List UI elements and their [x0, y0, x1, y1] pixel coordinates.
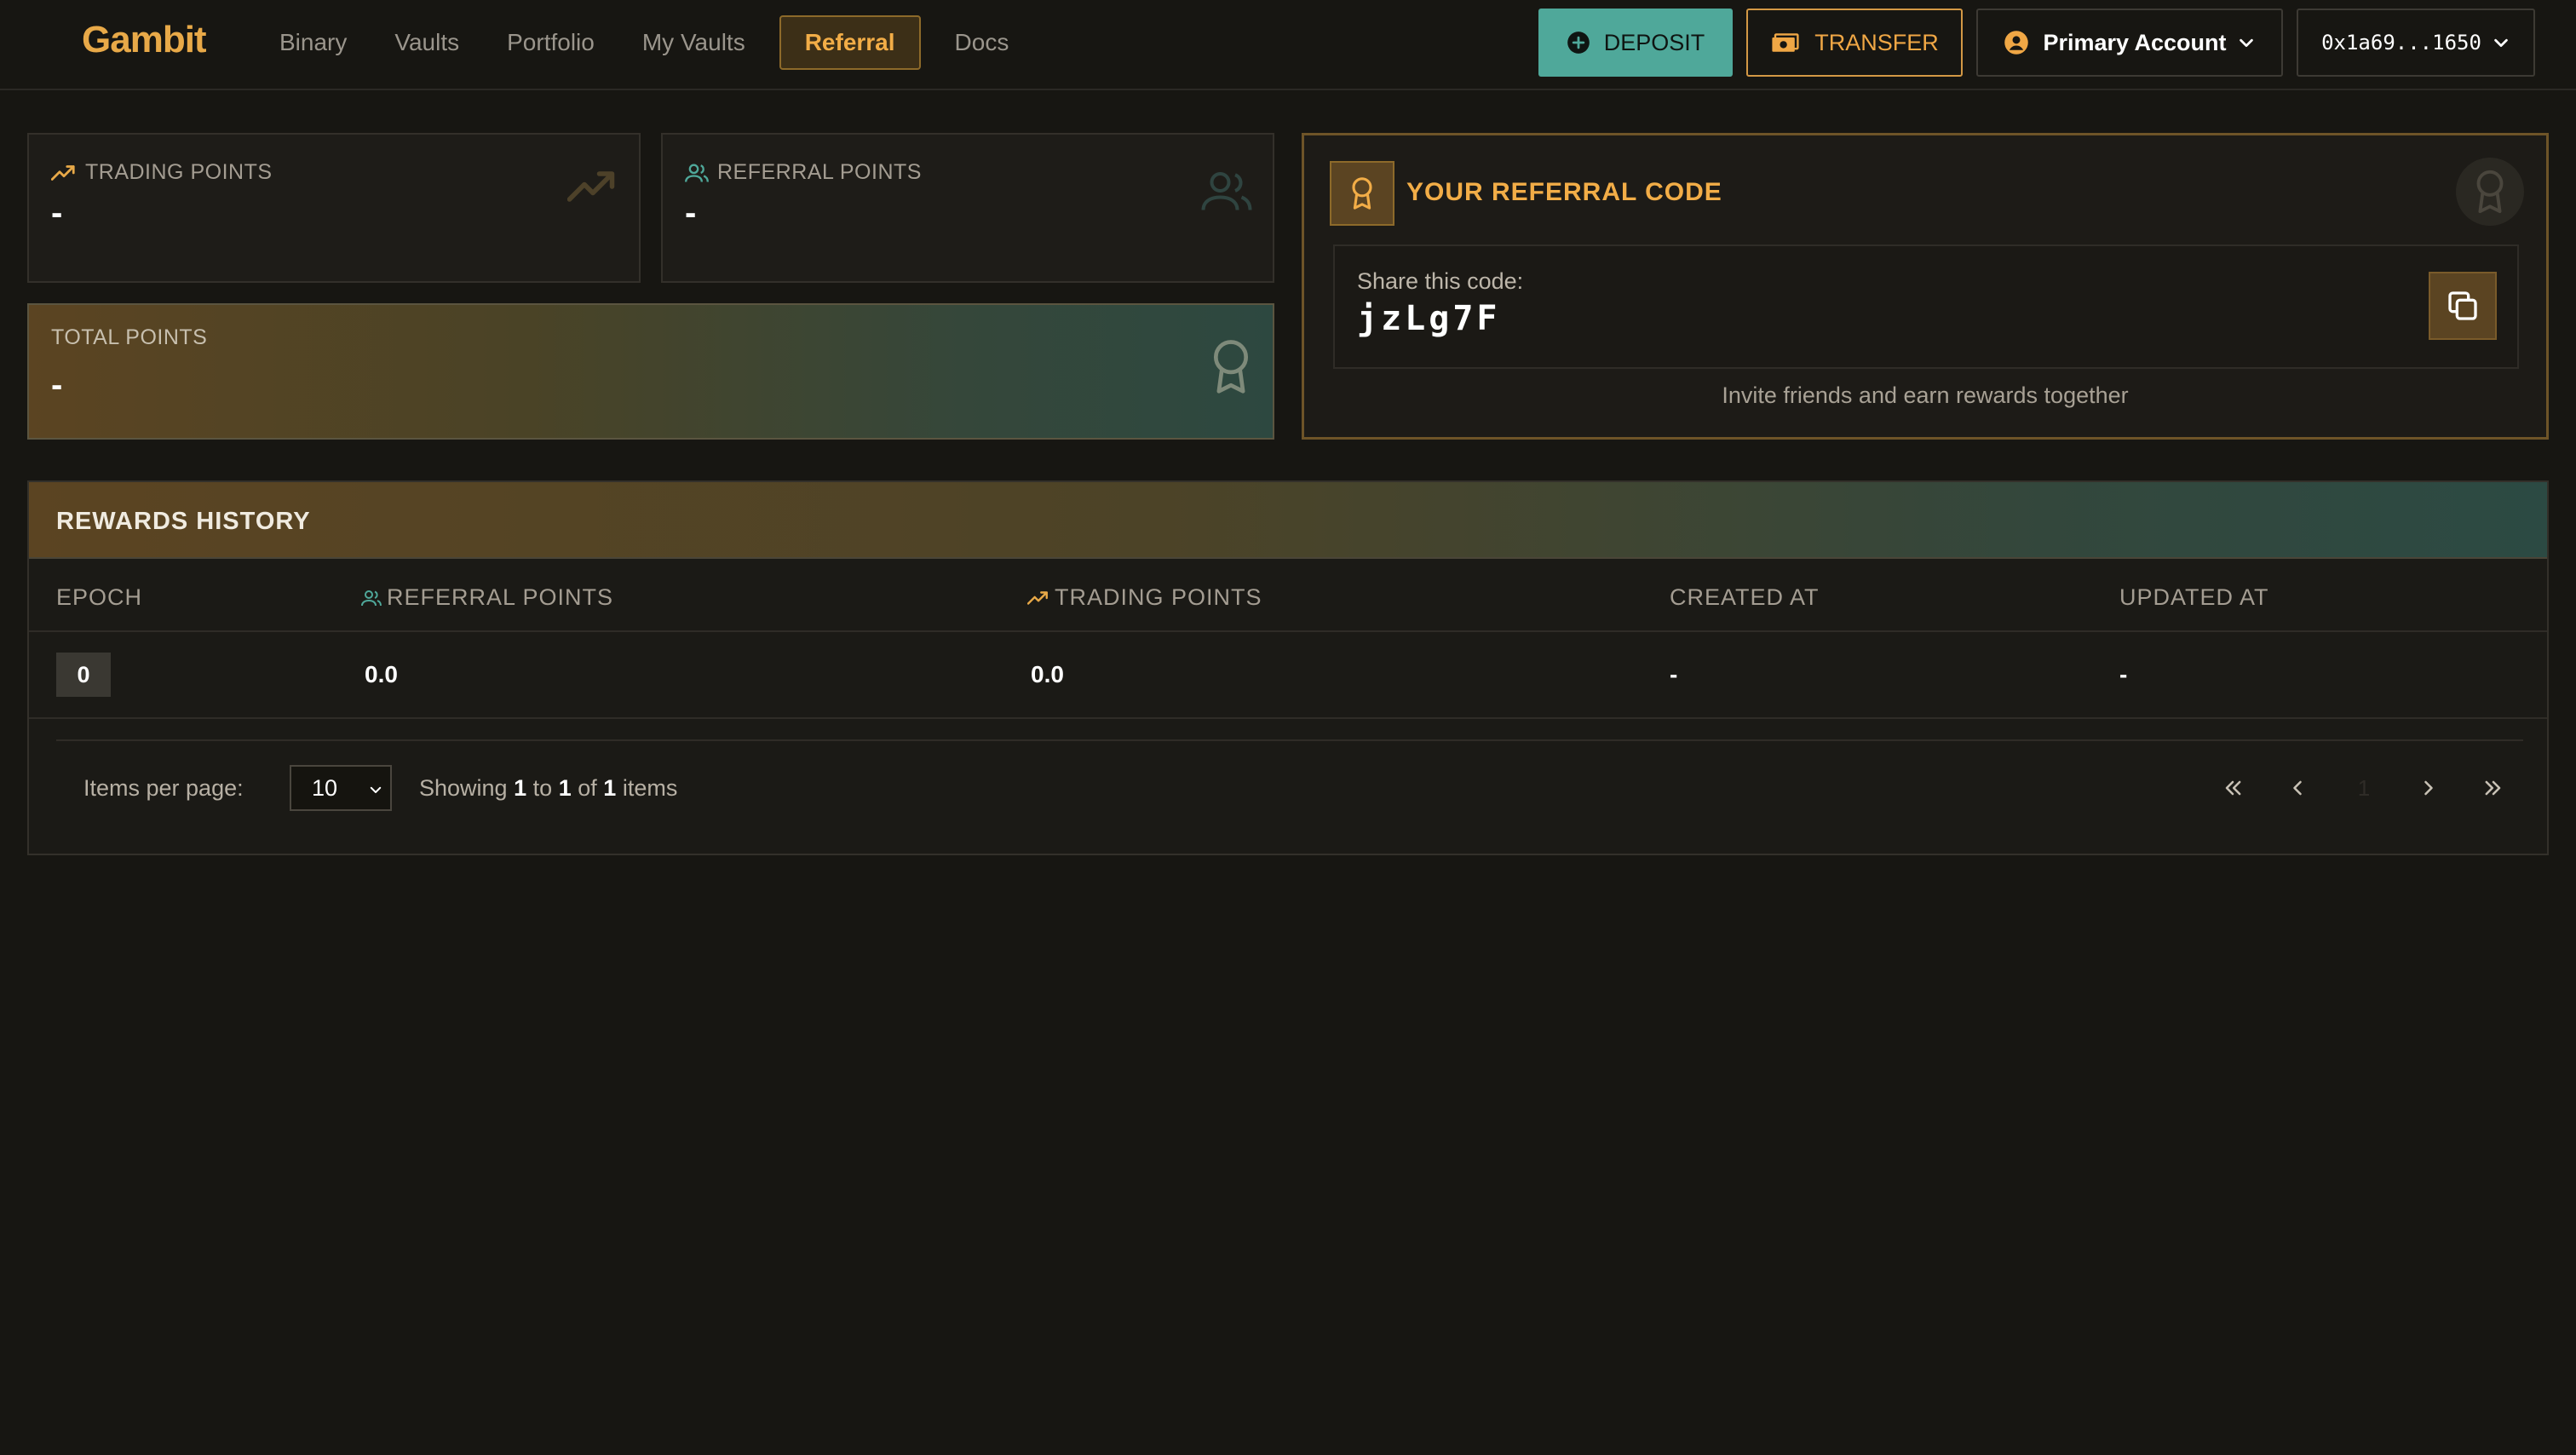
- prev-page-button[interactable]: [2276, 767, 2319, 809]
- main-nav: Binary Vaults Portfolio My Vaults Referr…: [256, 15, 1032, 70]
- account-selector[interactable]: Primary Account: [1976, 9, 2283, 77]
- deposit-label: DEPOSIT: [1603, 29, 1705, 55]
- trading-points-card: TRADING POINTS -: [27, 133, 641, 283]
- column-referral-points[interactable]: REFERRAL POINTS: [361, 584, 613, 611]
- account-label: Primary Account: [2043, 29, 2227, 55]
- column-trading-points[interactable]: TRADING POINTS: [1027, 584, 1262, 611]
- next-page-button[interactable]: [2407, 767, 2450, 809]
- row-referral-points: 0.0: [365, 661, 398, 687]
- showing-summary: Showing 1 to 1 of 1 items: [419, 775, 678, 801]
- epoch-badge: 0: [56, 653, 111, 697]
- transfer-button[interactable]: TRANSFER: [1746, 9, 1963, 77]
- last-page-button[interactable]: [2472, 767, 2515, 809]
- chevron-right-icon: [2424, 780, 2433, 796]
- users-icon: [685, 164, 709, 182]
- total-points-value: -: [51, 366, 63, 404]
- first-page-button[interactable]: [2211, 767, 2254, 809]
- nav-vaults[interactable]: Vaults: [371, 15, 483, 70]
- row-trading-points: 0.0: [1031, 661, 1064, 687]
- chevrons-left-icon: [2225, 780, 2241, 796]
- referral-code-value[interactable]: jzLg7F: [1357, 299, 1501, 338]
- wallet-selector[interactable]: 0x1a69...1650: [2297, 9, 2535, 77]
- nav-docs[interactable]: Docs: [931, 15, 1033, 70]
- column-created-at[interactable]: CREATED AT: [1670, 584, 1820, 611]
- referral-badge: [1330, 161, 1394, 226]
- rewards-title: REWARDS HISTORY: [56, 508, 311, 535]
- chevron-down-icon: [370, 786, 382, 793]
- trending-up-icon: [51, 164, 75, 181]
- award-ribbon-icon: [1213, 340, 1249, 394]
- copy-icon: [2448, 291, 2477, 320]
- nav-portfolio[interactable]: Portfolio: [483, 15, 618, 70]
- nav-my-vaults[interactable]: My Vaults: [618, 15, 769, 70]
- money-transfer-icon: [1772, 33, 1799, 52]
- rewards-history-table: REWARDS HISTORY EPOCH REFERRAL POINTS TR…: [27, 480, 2549, 855]
- column-updated-at[interactable]: UPDATED AT: [2119, 584, 2269, 611]
- share-code-label: Share this code:: [1357, 268, 1524, 294]
- transfer-label: TRANSFER: [1814, 29, 1939, 55]
- row-created-at: -: [1670, 661, 1678, 687]
- brand-logo[interactable]: Gambit: [82, 19, 207, 61]
- chevron-left-icon: [2293, 780, 2302, 796]
- deposit-button[interactable]: DEPOSIT: [1538, 9, 1733, 77]
- top-bar: Gambit Binary Vaults Portfolio My Vaults…: [0, 0, 2576, 90]
- trading-points-label: TRADING POINTS: [85, 160, 273, 184]
- referral-points-label: REFERRAL POINTS: [717, 160, 922, 184]
- items-per-page-label: Items per page:: [83, 775, 244, 801]
- chevron-down-icon: [2494, 38, 2508, 48]
- total-points-label: TOTAL POINTS: [51, 325, 208, 349]
- trending-up-icon: [567, 171, 615, 202]
- award-ribbon-icon: [2476, 170, 2504, 214]
- users-icon: [361, 589, 382, 606]
- row-updated-at: -: [2119, 661, 2128, 687]
- referral-points-value: -: [685, 194, 697, 232]
- referral-code-title: YOUR REFERRAL CODE: [1406, 178, 1722, 206]
- plus-circle-icon: [1567, 32, 1590, 54]
- table-header-row: EPOCH REFERRAL POINTS TRADING POINTS CRE…: [29, 559, 2547, 632]
- award-ribbon-icon: [1352, 177, 1372, 210]
- trending-up-icon: [1027, 590, 1048, 605]
- pagination-bar: Items per page: 10 Showing 1 to 1 of 1 i…: [56, 739, 2523, 835]
- current-page-button[interactable]: 1: [2343, 767, 2385, 809]
- referral-corner-badge: [2456, 158, 2524, 226]
- chevrons-right-icon: [2485, 780, 2501, 796]
- nav-referral[interactable]: Referral: [779, 15, 921, 70]
- wallet-address: 0x1a69...1650: [2321, 31, 2481, 55]
- rewards-header: REWARDS HISTORY: [29, 482, 2547, 559]
- users-icon: [1201, 172, 1252, 210]
- nav-binary[interactable]: Binary: [256, 15, 371, 70]
- referral-code-box: Share this code: jzLg7F: [1333, 244, 2519, 369]
- copy-code-button[interactable]: [2429, 272, 2497, 340]
- invite-text: Invite friends and earn rewards together: [1722, 382, 2129, 408]
- column-epoch[interactable]: EPOCH: [56, 584, 142, 611]
- referral-code-panel: YOUR REFERRAL CODE Share this code: jzLg…: [1302, 133, 2549, 440]
- user-circle-icon: [2004, 31, 2029, 55]
- referral-points-card: REFERRAL POINTS -: [661, 133, 1274, 283]
- trading-points-value: -: [51, 194, 63, 232]
- items-per-page-select[interactable]: 10: [290, 765, 392, 811]
- total-points-card: TOTAL POINTS -: [27, 303, 1274, 440]
- chevron-down-icon: [2239, 38, 2253, 48]
- table-row[interactable]: 0 0.0 0.0 - -: [29, 632, 2547, 719]
